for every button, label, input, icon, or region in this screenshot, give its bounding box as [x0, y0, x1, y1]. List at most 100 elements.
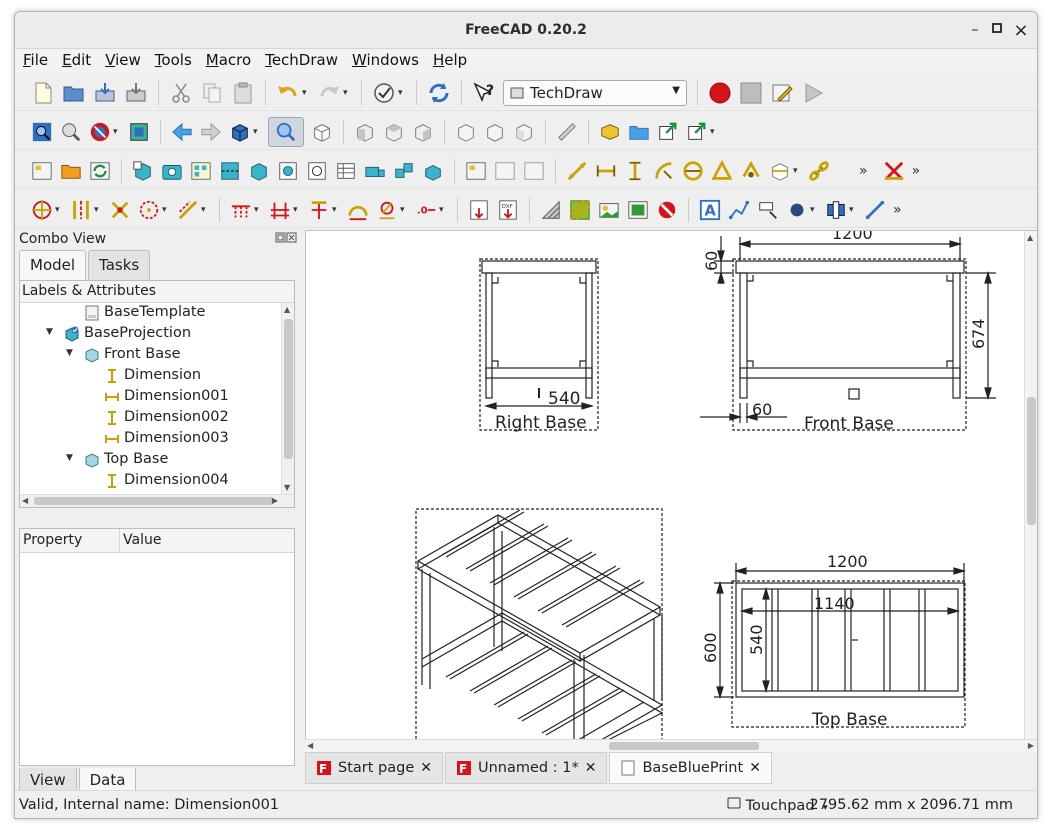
front-view-icon[interactable] — [354, 121, 376, 143]
new-document-icon[interactable] — [31, 81, 55, 105]
tab-model[interactable]: Model — [19, 250, 87, 280]
menu-edit[interactable]: Edit — [54, 49, 97, 69]
geometric-hatch-icon[interactable] — [569, 199, 591, 221]
menu-tools[interactable]: Tools — [147, 49, 198, 69]
create-link-icon[interactable] — [657, 121, 679, 143]
balloon-icon[interactable] — [786, 199, 808, 221]
symbol-insert-icon[interactable] — [465, 160, 487, 182]
link-actions-icon[interactable] — [686, 121, 708, 143]
top-base-dim-1140[interactable]: 1140 — [814, 594, 855, 613]
coord-dimension-icon[interactable] — [308, 199, 330, 221]
front-base-dim-674[interactable]: 674 — [969, 318, 988, 349]
center-mark-icon[interactable] — [31, 199, 53, 221]
link-actions-dropdown-icon[interactable]: ▾ — [710, 127, 718, 137]
doc-tab-unnamed[interactable]: F Unnamed : 1* ✕ — [444, 752, 608, 784]
create-part-icon[interactable] — [599, 121, 621, 143]
draw-style-dropdown-icon[interactable]: ▾ — [113, 127, 121, 137]
cosmetic-line-dropdown-icon[interactable]: ▾ — [201, 205, 209, 215]
new-default-page-icon[interactable] — [31, 160, 53, 182]
save-icon[interactable] — [93, 81, 117, 105]
close-tab-icon[interactable]: ✕ — [420, 760, 432, 783]
export-page-svg-icon[interactable] — [494, 160, 516, 182]
centerline-icon[interactable] — [70, 199, 92, 221]
arch-view-icon[interactable] — [364, 160, 386, 182]
refresh-dropdown-icon[interactable]: ▾ — [398, 88, 406, 98]
center-mark-dropdown-icon[interactable]: ▾ — [55, 205, 63, 215]
export-svg-icon[interactable] — [468, 199, 490, 221]
image-insert-icon[interactable] — [598, 199, 620, 221]
combo-view-controls[interactable] — [275, 232, 297, 246]
cosmetic-edge-icon[interactable] — [864, 199, 886, 221]
macro-record-icon[interactable] — [708, 81, 732, 105]
right-base-label[interactable]: Right Base — [495, 413, 587, 433]
insert-prefix-dropdown-icon[interactable]: ▾ — [400, 205, 408, 215]
extent-dimension-icon[interactable] — [769, 160, 791, 182]
hole-thread-icon[interactable] — [230, 199, 252, 221]
expand-arrow-icon[interactable]: ▼ — [66, 348, 73, 358]
bottom-view-icon[interactable] — [484, 121, 506, 143]
toggle-frames-icon[interactable] — [627, 199, 649, 221]
3pt-angle-dimension-icon[interactable] — [740, 160, 762, 182]
close-tab-icon[interactable]: ✕ — [749, 760, 761, 783]
hatch-icon[interactable] — [540, 199, 562, 221]
fit-selection-icon[interactable] — [60, 121, 82, 143]
export-page-dxf-icon[interactable] — [523, 160, 545, 182]
cosmetic-circle-dropdown-icon[interactable]: ▾ — [162, 205, 170, 215]
decimal-dropdown-icon[interactable]: ▾ — [439, 205, 447, 215]
cosmetic-line-icon[interactable] — [177, 199, 199, 221]
isometric-frame[interactable] — [415, 508, 663, 752]
canvas-scroll-left-icon[interactable]: ◀ — [307, 741, 313, 750]
redraw-disable-icon[interactable] — [656, 199, 678, 221]
canvas-vscroll-thumb[interactable] — [1027, 397, 1036, 525]
spreadsheet-view-icon[interactable] — [335, 160, 357, 182]
close-button[interactable]: × — [1011, 21, 1031, 41]
front-base-dim-1200[interactable]: 1200 — [832, 231, 873, 243]
insert-view-icon[interactable] — [132, 160, 154, 182]
workbench-selector[interactable]: TechDraw ▼ — [503, 80, 687, 106]
back-arrow-icon[interactable] — [171, 121, 193, 143]
complex-section-icon[interactable] — [248, 160, 270, 182]
radius-dimension-icon[interactable] — [653, 160, 675, 182]
tab-tasks[interactable]: Tasks — [88, 250, 151, 280]
macro-stop-icon[interactable] — [739, 81, 763, 105]
chain-dimension-icon[interactable] — [269, 199, 291, 221]
rich-text-icon[interactable] — [757, 199, 779, 221]
new-template-page-icon[interactable] — [60, 160, 82, 182]
top-base-dim-540[interactable]: 540 — [747, 624, 766, 655]
value-column-header[interactable]: Value — [120, 529, 161, 552]
draw-style-icon[interactable] — [89, 121, 111, 143]
tree-item[interactable]: ▼ Front Base — [20, 345, 294, 366]
canvas-scroll-right-icon[interactable]: ▶ — [1028, 741, 1034, 750]
copy-icon[interactable] — [200, 81, 224, 105]
leader-line-icon[interactable] — [728, 199, 750, 221]
canvas-vscrollbar[interactable]: ▲ ▼ — [1024, 231, 1037, 751]
tree-item[interactable]: ▼ BaseProjection — [20, 324, 294, 345]
scroll-down-icon[interactable]: ▼ — [284, 483, 290, 492]
zoom-tool-button[interactable] — [268, 117, 304, 147]
techdraw-page-canvas[interactable]: 540 Right Base 1200 60 674 60 Front Base… — [305, 230, 1037, 752]
front-base-dim-60-vertical[interactable]: 60 — [702, 251, 721, 271]
close-tab-icon[interactable]: ✕ — [585, 760, 597, 783]
menu-file[interactable]: File — [15, 49, 54, 69]
minimize-button[interactable]: – — [965, 20, 985, 40]
menu-help[interactable]: Help — [425, 49, 473, 69]
redraw-page-icon[interactable] — [89, 160, 111, 182]
insert-prefix-icon[interactable] — [376, 199, 398, 221]
length-dimension-icon[interactable] — [566, 160, 588, 182]
tree-hscroll-thumb[interactable] — [34, 497, 274, 505]
front-base-label[interactable]: Front Base — [804, 414, 894, 434]
whats-this-icon[interactable]: ? — [472, 81, 496, 105]
macro-edit-icon[interactable] — [770, 81, 794, 105]
tree-item[interactable]: Dimension — [20, 366, 294, 387]
cosmetic-vertex-icon[interactable] — [109, 199, 131, 221]
refresh-check-icon[interactable] — [372, 81, 396, 105]
std-views-dropdown-icon[interactable]: ▾ — [253, 127, 261, 137]
std-views-icon[interactable] — [229, 121, 251, 143]
export-dxf-icon[interactable]: DXF — [497, 199, 519, 221]
tree-item[interactable]: Dimension003 — [20, 429, 294, 450]
chain-dimension-dropdown-icon[interactable]: ▾ — [293, 205, 301, 215]
angle-dimension-icon[interactable] — [711, 160, 733, 182]
menu-view[interactable]: View — [97, 49, 147, 69]
create-group-icon[interactable] — [628, 121, 650, 143]
float-close-icon[interactable] — [275, 232, 297, 243]
